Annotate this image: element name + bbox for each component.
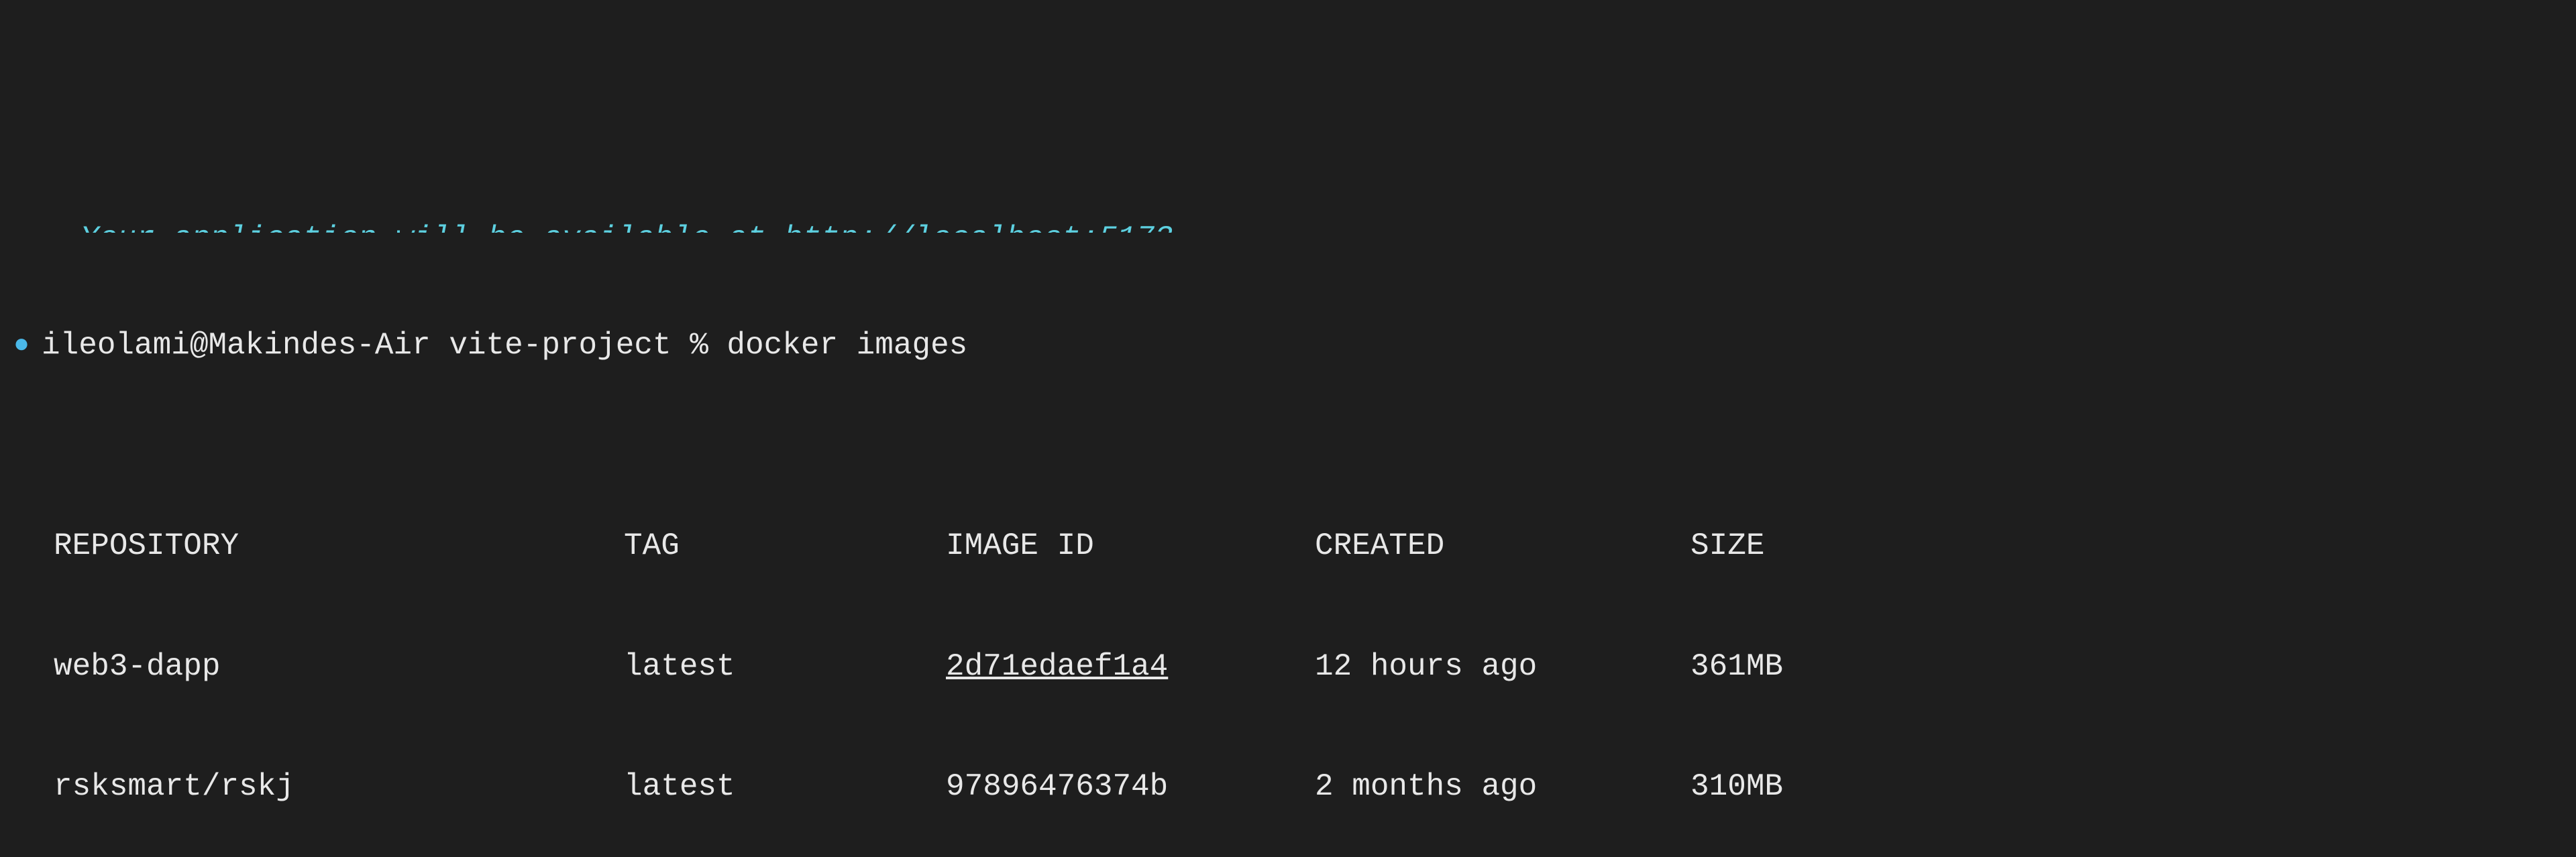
header-repository: REPOSITORY bbox=[54, 526, 624, 567]
cell-size: 310MB bbox=[1690, 767, 1783, 807]
partial-output-line: Your application will be available at ht… bbox=[13, 219, 2563, 233]
table-row: rsksmart/rskjlatest97896476374b2 months … bbox=[54, 767, 2563, 807]
prompt-line: ● ileolami@Makindes-Air vite-project % d… bbox=[13, 326, 2563, 366]
terminal-window[interactable]: Your application will be available at ht… bbox=[0, 160, 2576, 857]
prompt-bullet-icon: ● bbox=[13, 329, 30, 363]
prompt-separator: % bbox=[690, 328, 708, 363]
prompt-text: ileolami@Makindes-Air vite-project % doc… bbox=[42, 326, 967, 366]
cell-image-id-text: 2d71edaef1a4 bbox=[946, 649, 1168, 684]
prompt-user-host: ileolami@Makindes-Air bbox=[42, 328, 431, 363]
prompt-directory: vite-project bbox=[449, 328, 671, 363]
cell-created: 2 months ago bbox=[1315, 767, 1690, 807]
cell-size: 361MB bbox=[1690, 647, 1783, 687]
cell-repository: rsksmart/rskj bbox=[54, 767, 624, 807]
cell-tag: latest bbox=[624, 647, 946, 687]
table-row: web3-dapplatest2d71edaef1a4 12 hours ago3… bbox=[54, 647, 2563, 687]
header-tag: TAG bbox=[624, 526, 946, 567]
header-created: CREATED bbox=[1315, 526, 1690, 567]
table-header-row: REPOSITORYTAGIMAGE IDCREATEDSIZE bbox=[54, 526, 2563, 567]
cell-image-id: 97896476374b bbox=[946, 767, 1315, 807]
prompt-command: docker images bbox=[727, 328, 967, 363]
cell-repository: web3-dapp bbox=[54, 647, 624, 687]
header-size: SIZE bbox=[1690, 526, 1764, 567]
header-image-id: IMAGE ID bbox=[946, 526, 1315, 567]
docker-images-output: REPOSITORYTAGIMAGE IDCREATEDSIZE web3-da… bbox=[13, 447, 2563, 857]
cell-image-id: 2d71edaef1a4 bbox=[946, 647, 1315, 687]
cell-created: 12 hours ago bbox=[1315, 647, 1690, 687]
cell-tag: latest bbox=[624, 767, 946, 807]
